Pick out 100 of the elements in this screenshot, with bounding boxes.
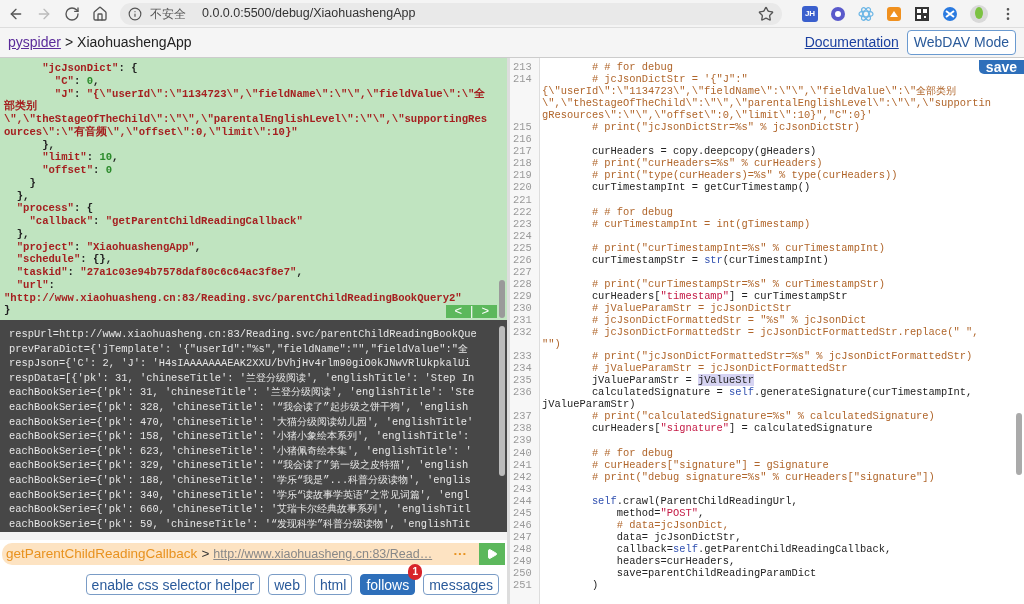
line-number: 213: [513, 61, 532, 73]
json-line: },: [15, 227, 30, 241]
code-line: # print("jcJsonDictStr=%s" % jcJsonDictStr): [590, 121, 860, 134]
json-line: },: [15, 189, 30, 203]
json-line: "schedule": {},: [15, 253, 113, 266]
code-line: curHeaders["signature"] = calculatedSignature: [590, 422, 873, 435]
log-line: eachBookSerie={'pk': 59, 'chineseTitle': '“发现科学”科普分级读物', 'englishTit: [9, 516, 471, 532]
json-line: "limit": 10,: [41, 151, 119, 164]
code-line: # # for debug: [590, 446, 673, 459]
tab[interactable]: follows: [360, 574, 416, 595]
code-line: # print("curHeaders=%s" % curHeaders): [590, 157, 823, 170]
log-line: respData=[{'pk': 31, 'chineseTitle': '兰登分级阅读', 'englishTitle': 'Step In: [9, 370, 475, 386]
line-number: 221: [513, 193, 532, 206]
log-line: eachBookSerie={'pk': 470, 'chineseTitle': '大猫分级阅读幼儿园', 'englishTitle': [9, 414, 474, 430]
line-number: 219: [513, 169, 532, 182]
log-line: eachBookSerie={'pk': 329, 'chineseTitle': '“我会读了”第一级之皮特猫', 'english: [9, 458, 469, 473]
code-line: data= jcJsonDictStr,: [615, 530, 742, 543]
line-number: 244: [513, 494, 532, 507]
line-number: 240: [513, 446, 532, 459]
tab[interactable]: web: [268, 574, 306, 595]
json-line: "url":: [15, 278, 55, 292]
code-line: \",\"theStageOfTheChild\":\"\",\"parentalEnglishLevel\":\"\",\"supportin: [541, 97, 991, 110]
json-line: }: [28, 176, 36, 190]
line-number: 242: [513, 470, 532, 483]
play-icon: [486, 548, 498, 560]
code-line: jValueParamStr): [541, 398, 636, 411]
line-number: 230: [513, 301, 532, 314]
log-line: eachBookSerie={'pk': 31, 'chineseTitle': '兰登分级阅读', 'englishTitle': 'Ste: [9, 385, 475, 400]
json-line: ources\":\"有音频\",\"offset\":0,\"limit\":10}": [4, 125, 298, 139]
code-line: # print("debug signature=%s" % curHeaders["signature"]): [590, 470, 935, 483]
reload-icon[interactable]: [64, 5, 80, 22]
json-line: }: [4, 304, 11, 317]
code-line: # print("curTimestampInt=%s" % curTimestampInt): [590, 241, 885, 254]
code-line: # # for debug: [590, 205, 673, 218]
security-label: 不安全: [150, 5, 186, 23]
code-line: # print("type(curHeaders)=%s" % type(curHeaders)): [590, 169, 898, 182]
scrollbar-thumb[interactable]: [1016, 413, 1022, 475]
line-number: 239: [513, 434, 532, 447]
line-number: 251: [513, 579, 532, 591]
log-line: eachBookSerie={'pk': 188, 'chineseTitle': '学乐“我是”...科普分级读物', 'englis: [9, 472, 471, 488]
line-number: 217: [513, 145, 532, 158]
line-number: 231: [513, 314, 532, 326]
code-line: # print("curTimestampStr=%s" % curTimestampStr): [590, 277, 885, 290]
breadcrumb-separator: >: [64, 33, 74, 52]
code-line: headers=curHeaders,: [615, 554, 736, 567]
code-line: curHeaders = copy.deepcopy(gHeaders): [590, 145, 817, 158]
info-icon: [128, 6, 142, 21]
line-number: 229: [513, 289, 532, 302]
pyspider-link[interactable]: pyspider: [8, 32, 61, 53]
line-number: 228: [513, 277, 532, 290]
code-line: callback=self.getParentChildReadingCallback,: [615, 542, 892, 555]
tab[interactable]: enable css selector helper: [85, 574, 261, 595]
code-line: method="POST",: [615, 506, 705, 519]
json-line: "http://www.xiaohuasheng.cn:83/Reading.svc/parentChildReadingBookQuery2": [4, 291, 462, 305]
line-number: 248: [513, 542, 532, 555]
log-line: respUrl=http://www.xiaohuasheng.cn:83/Reading.svc/parentChildReadingBookQue: [9, 327, 477, 342]
webdav-mode-button[interactable]: WebDAV Mode: [906, 30, 1016, 55]
code-line: # jValueParamStr = jcJsonDictFormattedStr: [590, 362, 848, 375]
code-line: curTimestampStr = str(curTimestampInt): [590, 253, 829, 266]
line-number: 216: [513, 133, 532, 146]
json-line: "callback": "getParentChildReadingCallback": [28, 215, 303, 228]
line-number: 247: [513, 530, 532, 543]
code-line: # curTimestampInt = int(gTimestamp): [590, 217, 811, 230]
home-icon[interactable]: [92, 5, 108, 22]
json-line: "J": "{\"userId\":\"1134723\",\"fieldName\":\"\",\"fieldValue\":\"全: [53, 87, 486, 101]
scrollbar-thumb[interactable]: [499, 280, 505, 318]
log-line: respJson={'C': 2, 'J': 'H4sIAAAAAAAEAK2XXU/bVhjHv4rlm90giO0kJNwVRlUkpkalUi: [9, 356, 471, 371]
line-number: 238: [513, 422, 532, 435]
run-button[interactable]: [479, 543, 505, 565]
extension-icon[interactable]: [886, 5, 902, 22]
line-number: 241: [513, 458, 532, 471]
code-line: # # for debug: [590, 61, 673, 74]
address-bar[interactable]: 不安全 0.0.0.0:5500/debug/XiaohuashengApp: [120, 2, 782, 25]
follow-separator: >: [201, 544, 210, 563]
bookmark-star-icon[interactable]: [758, 5, 774, 22]
json-line: "C": 0,: [53, 74, 100, 88]
code-line: jValueParamStr = jValueStr: [590, 374, 754, 387]
line-number: 214: [513, 73, 532, 86]
log-line: eachBookSerie={'pk': 660, 'chineseTitle': '艾瑞卡尔经典故事系列', 'englishTitl: [9, 502, 471, 517]
line-number: 225: [513, 241, 532, 254]
tab[interactable]: html: [313, 574, 353, 595]
tab[interactable]: messages: [423, 574, 499, 595]
extension-icon[interactable]: [942, 5, 958, 22]
code-line: gResources\":\"\",\"offset\":0,\"limit\":10}","C":0}': [541, 109, 873, 122]
documentation-link[interactable]: Documentation: [804, 32, 899, 53]
extension-icon[interactable]: [830, 5, 846, 22]
code-line: # jcJsonDictFormattedStr = jcJsonDictFormattedStr.replace(" ",: [590, 326, 979, 339]
code-line: curTimestampInt = getCurTimestamp(): [590, 181, 811, 194]
nav-divider: |: [470, 305, 474, 318]
code-line: self.crawl(ParentChildReadingUrl,: [590, 494, 798, 507]
callback-name: getParentChildReadingCallback: [6, 544, 198, 563]
qr-code-icon[interactable]: [914, 5, 930, 22]
json-line: "offset": 0: [41, 164, 113, 177]
log-line: eachBookSerie={'pk': 623, 'chineseTitle': '小猪佩奇绘本集', 'englishTitle': ': [9, 443, 472, 459]
line-number: 220: [513, 181, 532, 194]
extension-icon[interactable]: JH: [802, 5, 818, 22]
code-line: # jcJsonDictStr = '{"J":": [590, 73, 748, 86]
scrollbar-thumb[interactable]: [499, 326, 505, 476]
save-button[interactable]: save: [978, 60, 1024, 75]
line-number: 245: [513, 506, 532, 519]
